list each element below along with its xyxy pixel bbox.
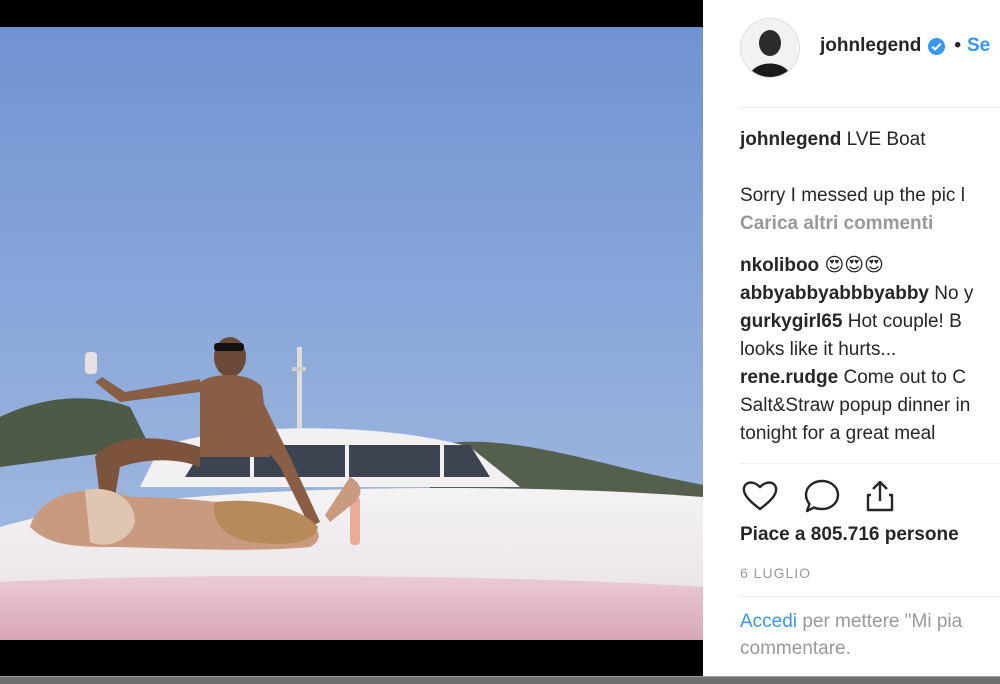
username-row: johnlegend • Se (820, 35, 990, 57)
comment-continuation: Salt&Straw popup dinner in (740, 392, 970, 420)
actions-divider (740, 463, 1000, 464)
avatar-image (741, 19, 799, 77)
comment-item: gurkygirl65 Hot couple! B (740, 308, 962, 336)
comment-text: tonight for a great meal (740, 423, 936, 444)
header-username[interactable]: johnlegend (820, 35, 921, 57)
login-link[interactable]: Accedi (740, 611, 797, 632)
comment-bubble-icon[interactable] (802, 476, 842, 516)
post-sidebar: johnlegend • Se johnlegend LVE Boat Sorr… (703, 0, 1000, 676)
login-prompt-text: per mettere "Mi pia (802, 611, 963, 632)
comment-text: 😍😍😍 (824, 255, 884, 276)
login-divider (740, 596, 1000, 597)
comment-item: abbyabbyabbbyabby No y (740, 280, 973, 308)
caption-text: LVE Boat (846, 129, 926, 150)
verified-badge-icon (927, 37, 946, 56)
comment-text: Hot couple! B (847, 311, 962, 332)
comment-username[interactable]: abbyabbyabbbyabby (740, 283, 929, 304)
heart-icon[interactable] (740, 476, 780, 516)
login-prompt-text-2: commentare. (740, 638, 851, 659)
comment-continuation: looks like it hurts... (740, 336, 896, 364)
caption-username[interactable]: johnlegend (740, 129, 841, 150)
follow-button[interactable]: Se (967, 35, 990, 57)
separator-dot: • (954, 35, 961, 56)
header-divider (740, 107, 1000, 108)
comment-text: looks like it hurts... (740, 339, 897, 360)
post-photo[interactable] (0, 27, 703, 640)
comment-username[interactable]: rene.rudge (740, 367, 838, 388)
comment-text: Come out to C (843, 367, 966, 388)
post-date[interactable]: 6 LUGLIO (740, 565, 811, 581)
action-bar (740, 476, 1000, 516)
load-more-comments-button[interactable]: Carica altri commenti (740, 210, 933, 238)
login-prompt: Accedi per mettere "Mi pia commentare. (740, 608, 1000, 662)
post-header: johnlegend • Se (703, 0, 1000, 107)
yacht-photo-image (0, 27, 703, 640)
comment-username[interactable]: nkoliboo (740, 255, 819, 276)
comment-item: nkoliboo 😍😍😍 (740, 252, 884, 280)
comment-continuation: tonight for a great meal (740, 420, 935, 448)
share-icon[interactable] (860, 476, 900, 516)
comment-text: Salt&Straw popup dinner in (740, 395, 971, 416)
caption: johnlegend LVE Boat (740, 126, 925, 154)
comment-username[interactable]: gurkygirl65 (740, 311, 842, 332)
likes-count[interactable]: Piace a 805.716 persone (740, 524, 959, 546)
comment-text: No y (934, 283, 974, 304)
avatar[interactable] (740, 18, 800, 78)
post-media (0, 0, 703, 676)
comment-item: rene.rudge Come out to C (740, 364, 966, 392)
caption-line-2: Sorry I messed up the pic l (740, 185, 965, 206)
